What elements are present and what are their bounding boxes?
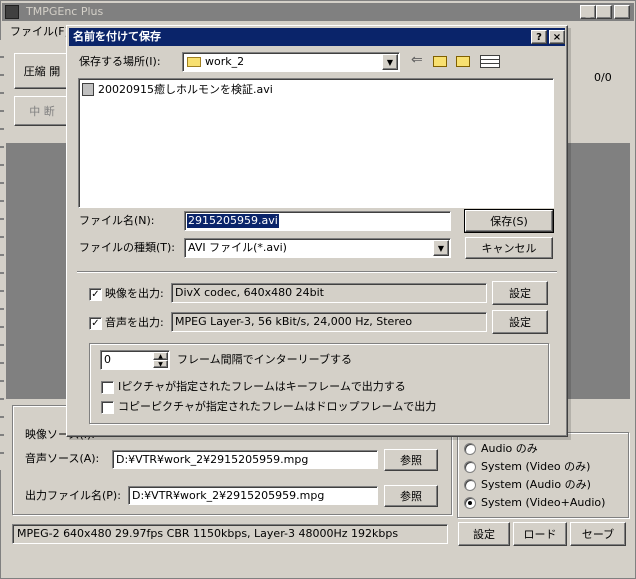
main-save-label: セーブ bbox=[581, 528, 615, 541]
app-icon bbox=[5, 5, 19, 19]
dialog-save-button[interactable]: 保存(S) bbox=[464, 209, 554, 233]
audio-output-value: MPEG Layer-3, 56 kBit/s, 24,000 Hz, Ster… bbox=[175, 315, 413, 328]
audio-output-label: 音声を出力: bbox=[105, 316, 164, 329]
back-icon[interactable]: ⇐ bbox=[411, 53, 423, 67]
dialog-title-bar: 名前を付けて保存 ? × bbox=[69, 28, 565, 46]
radio-system-audio[interactable]: System (Audio のみ) bbox=[464, 477, 624, 493]
dialog-cancel-button[interactable]: キャンセル bbox=[465, 237, 553, 259]
audio-settings-button[interactable]: 設定 bbox=[492, 310, 548, 334]
radio-audio-only-button[interactable] bbox=[464, 443, 476, 455]
separator bbox=[77, 271, 557, 273]
file-name: 20020915癒しホルモンを検証.avi bbox=[98, 83, 273, 96]
output-file-input[interactable]: D:¥VTR¥work_2¥2915205959.mpg bbox=[128, 486, 378, 505]
radio-system-audio-label: System (Audio のみ) bbox=[481, 478, 591, 491]
view-menu-icon[interactable] bbox=[480, 55, 500, 68]
radio-system-video-audio-button[interactable] bbox=[464, 497, 476, 509]
radio-audio-only[interactable]: Audio のみ bbox=[464, 441, 624, 457]
radio-system-video-button[interactable] bbox=[464, 461, 476, 473]
status-text: MPEG-2 640x480 29.97fps CBR 1150kbps, La… bbox=[17, 527, 399, 540]
audio-source-value: D:¥VTR¥work_2¥2915205959.mpg bbox=[116, 453, 309, 466]
video-output-checkbox[interactable]: ✓ bbox=[89, 288, 102, 301]
dialog-help-button[interactable]: ? bbox=[531, 30, 547, 44]
up-folder-icon[interactable] bbox=[433, 56, 447, 67]
output-browse-label: 参照 bbox=[400, 490, 422, 503]
close-icon: × bbox=[552, 31, 562, 43]
close-button[interactable]: × bbox=[614, 5, 630, 19]
video-output-field: DivX codec, 640x480 24bit bbox=[171, 283, 487, 303]
spinner-down-button[interactable]: ▼ bbox=[153, 360, 168, 368]
audio-settings-label: 設定 bbox=[509, 316, 531, 329]
dialog-title: 名前を付けて保存 bbox=[73, 30, 161, 43]
spinner-up-button[interactable]: ▲ bbox=[153, 352, 168, 360]
main-settings-button[interactable]: 設定 bbox=[458, 522, 510, 546]
progress-count: 0/0 bbox=[594, 71, 612, 84]
dialog-cancel-label: キャンセル bbox=[481, 242, 537, 255]
ipic-checkbox[interactable] bbox=[101, 381, 114, 394]
filename-input[interactable]: 2915205959.avi bbox=[184, 211, 451, 231]
maximize-button[interactable]: □ bbox=[596, 5, 612, 19]
new-folder-icon[interactable] bbox=[456, 56, 470, 67]
file-list[interactable]: 20020915癒しホルモンを検証.avi bbox=[78, 78, 554, 208]
radio-system-video[interactable]: System (Video のみ) bbox=[464, 459, 624, 475]
save-dialog: 名前を付けて保存 ? × 保存する場所(I): work_2 ▼ ⇐ 20020… bbox=[66, 25, 568, 437]
audio-browse-label: 参照 bbox=[400, 454, 422, 467]
encode-button-label: 圧縮 開 bbox=[23, 65, 61, 78]
status-bar: MPEG-2 640x480 29.97fps CBR 1150kbps, La… bbox=[12, 524, 448, 544]
interleave-label: フレーム間隔でインターリーブする bbox=[177, 353, 353, 366]
radio-system-audio-button[interactable] bbox=[464, 479, 476, 491]
copy-label: コピーピクチャが指定されたフレームはドロップフレームで出力 bbox=[118, 400, 437, 413]
save-in-dropdown-button[interactable]: ▼ bbox=[382, 54, 398, 70]
load-label: ロード bbox=[523, 528, 557, 541]
video-settings-label: 設定 bbox=[509, 287, 531, 300]
interleave-spinner[interactable]: 0 ▲ ▼ bbox=[100, 350, 170, 370]
help-icon: ? bbox=[536, 31, 542, 43]
output-browse-button[interactable]: 参照 bbox=[384, 485, 438, 507]
save-in-combo[interactable]: work_2 ▼ bbox=[182, 52, 400, 72]
list-item[interactable]: 20020915癒しホルモンを検証.avi bbox=[82, 82, 382, 98]
main-title: TMPGEnc Plus bbox=[26, 5, 104, 18]
minimize-button[interactable]: _ bbox=[580, 5, 596, 19]
dialog-save-label: 保存(S) bbox=[490, 215, 528, 228]
left-scroll-marks bbox=[0, 40, 4, 470]
avi-file-icon bbox=[82, 83, 94, 96]
radio-system-video-audio-label: System (Video+Audio) bbox=[481, 496, 606, 509]
main-save-button[interactable]: セーブ bbox=[570, 522, 626, 546]
save-in-value: work_2 bbox=[205, 55, 245, 68]
audio-browse-button[interactable]: 参照 bbox=[384, 449, 438, 471]
copy-checkbox[interactable] bbox=[101, 401, 114, 414]
video-output-value: DivX codec, 640x480 24bit bbox=[175, 286, 324, 299]
video-settings-button[interactable]: 設定 bbox=[492, 281, 548, 305]
encode-button[interactable]: 圧縮 開 bbox=[14, 53, 70, 89]
filename-label: ファイル名(N): bbox=[79, 214, 155, 227]
menu-file[interactable]: ファイル(F) bbox=[10, 25, 69, 39]
radio-system-video-audio[interactable]: System (Video+Audio) bbox=[464, 495, 624, 511]
radio-selected-dot bbox=[468, 501, 472, 505]
filetype-dropdown-button[interactable]: ▼ bbox=[433, 240, 449, 256]
stop-button[interactable]: 中 断 bbox=[14, 96, 70, 126]
output-file-value: D:¥VTR¥work_2¥2915205959.mpg bbox=[132, 489, 325, 502]
folder-icon bbox=[187, 57, 201, 67]
ipic-label: Iピクチャが指定されたフレームはキーフレームで出力する bbox=[118, 380, 406, 393]
filename-value: 2915205959.avi bbox=[187, 214, 279, 228]
load-button[interactable]: ロード bbox=[513, 522, 567, 546]
radio-audio-only-label: Audio のみ bbox=[481, 442, 538, 455]
audio-source-label: 音声ソース(A): bbox=[25, 452, 100, 465]
filetype-select[interactable]: AVI ファイル(*.avi) ▼ bbox=[184, 238, 451, 258]
filetype-value: AVI ファイル(*.avi) bbox=[188, 241, 287, 254]
main-title-bar: TMPGEnc Plus _ □ × bbox=[2, 3, 634, 21]
video-output-label: 映像を出力: bbox=[105, 287, 164, 300]
main-settings-label: 設定 bbox=[473, 528, 495, 541]
dialog-close-button[interactable]: × bbox=[549, 30, 565, 44]
stop-button-label: 中 断 bbox=[29, 105, 55, 118]
interleave-value: 0 bbox=[104, 353, 111, 366]
audio-output-checkbox[interactable]: ✓ bbox=[89, 317, 102, 330]
filetype-label: ファイルの種類(T): bbox=[79, 241, 176, 254]
audio-source-input[interactable]: D:¥VTR¥work_2¥2915205959.mpg bbox=[112, 450, 378, 469]
radio-system-video-label: System (Video のみ) bbox=[481, 460, 591, 473]
audio-output-field: MPEG Layer-3, 56 kBit/s, 24,000 Hz, Ster… bbox=[171, 312, 487, 332]
save-in-label: 保存する場所(I): bbox=[79, 55, 161, 68]
output-file-label: 出力ファイル名(P): bbox=[25, 489, 121, 502]
